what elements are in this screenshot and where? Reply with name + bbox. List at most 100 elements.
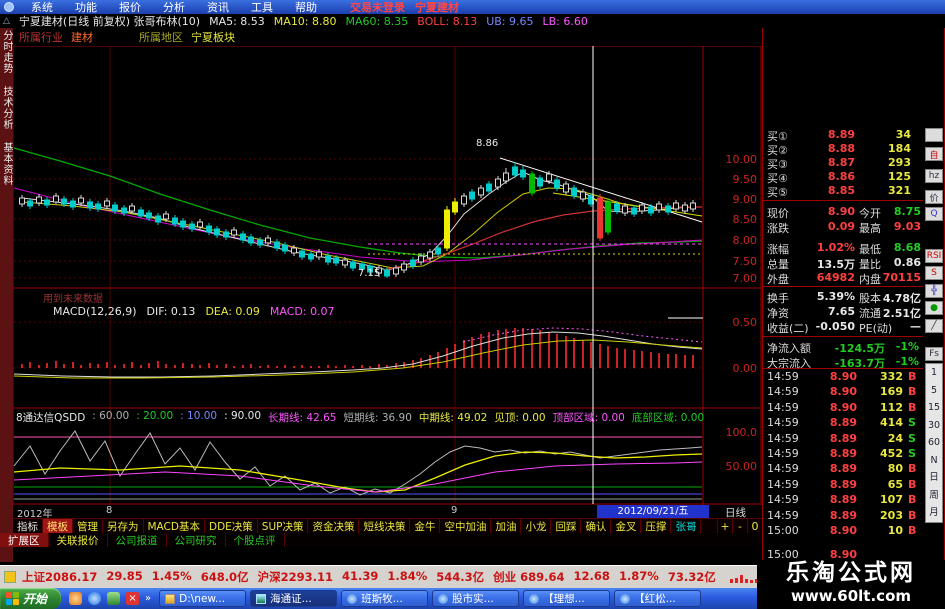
menu-item[interactable]: 工具 bbox=[240, 1, 284, 14]
close-icon[interactable]: × bbox=[126, 592, 140, 605]
extension-tab[interactable]: 公司研究 bbox=[167, 533, 226, 547]
indicator-tab[interactable]: 短线决策 bbox=[359, 519, 411, 533]
index-quote[interactable]: 1.87% bbox=[619, 569, 659, 585]
period-option[interactable]: N bbox=[926, 452, 942, 470]
ub-value: UB: 9.65 bbox=[486, 14, 534, 28]
bid-row: 买① 8.89 34 bbox=[767, 128, 911, 143]
zoom-button[interactable]: + bbox=[717, 519, 732, 533]
indicator-tab[interactable]: DDE决策 bbox=[205, 519, 258, 533]
indicator-tab[interactable]: 张哥 bbox=[671, 519, 702, 533]
stat-row: 外盘 64982 内盘 70115 bbox=[767, 271, 921, 286]
taskbar-window-button[interactable]: 班斯牧... bbox=[341, 590, 429, 607]
kline-chart-canvas[interactable] bbox=[13, 46, 762, 505]
chart-title: 宁夏建材(日线 前复权) 张哥布林(10) bbox=[18, 15, 201, 28]
window-icon bbox=[529, 593, 540, 604]
taskbar-window-button[interactable]: 【理想... bbox=[523, 590, 611, 607]
taskbar-window-button[interactable]: 股市实... bbox=[432, 590, 520, 607]
index-quote[interactable]: 创业 689.64 bbox=[493, 569, 564, 585]
menu-item[interactable]: 帮助 bbox=[284, 1, 328, 14]
index-quote[interactable]: 1.45% bbox=[152, 569, 192, 585]
menu-item[interactable]: 资讯 bbox=[196, 1, 240, 14]
period-option[interactable]: 日 bbox=[926, 469, 942, 487]
index-quote[interactable]: 1.84% bbox=[387, 569, 427, 585]
industry-row: 所属行业 建材 所属地区 宁夏板块 bbox=[13, 28, 762, 46]
extension-tab[interactable]: 关联报价 bbox=[49, 533, 108, 547]
period-option[interactable]: 60 bbox=[926, 434, 942, 452]
industry-value[interactable]: 建材 bbox=[71, 29, 93, 45]
chart-region[interactable]: 10.00 9.50 9.00 8.50 8.00 7.50 7.00 0.50 0.00 1… bbox=[13, 46, 762, 505]
trade-login-status[interactable]: 交易未登录 bbox=[350, 0, 405, 15]
indicator-tab[interactable]: 回踩 bbox=[551, 519, 582, 533]
index-quote[interactable]: 544.3亿 bbox=[436, 569, 484, 585]
launch-icon[interactable] bbox=[107, 592, 121, 605]
macd-dea: DEA: 0.09 bbox=[205, 305, 260, 318]
period-option[interactable]: 周 bbox=[926, 487, 942, 505]
indicator-tab[interactable]: MACD基本 bbox=[144, 519, 205, 533]
toolbar-icon[interactable]: ╬ bbox=[925, 284, 943, 298]
period-option[interactable]: 15 bbox=[926, 399, 942, 417]
panel-divider bbox=[763, 336, 923, 337]
indicator-tab[interactable]: 模板 bbox=[43, 519, 73, 533]
taskbar-window-button[interactable]: D:\new... bbox=[159, 590, 247, 607]
sidebar-vertical-tab[interactable]: 分时走势 bbox=[0, 30, 14, 74]
flow-row: 大宗流入 -163.7万 -1% bbox=[767, 355, 919, 370]
toolbar-icon[interactable]: 自 bbox=[925, 147, 943, 161]
bid-row: 买② 8.88 184 bbox=[767, 142, 911, 157]
indicator-tab[interactable]: 空中加油 bbox=[440, 519, 492, 533]
toolbar-icon[interactable]: Q bbox=[925, 207, 943, 221]
period-option[interactable]: 30 bbox=[926, 417, 942, 435]
messenger-icon[interactable] bbox=[69, 592, 83, 605]
app-window: 系统 功能 报价 分析 资讯 工具 帮助 交易未登录 宁夏建材 △ 宁夏建材(日线 前复权)… bbox=[0, 0, 945, 609]
zoom-button[interactable]: - bbox=[732, 519, 747, 533]
toolbar-icon[interactable]: hz bbox=[925, 169, 943, 183]
indicator-tab[interactable]: 管理 bbox=[73, 519, 103, 533]
price-axis-label: 9.50 bbox=[732, 173, 758, 186]
taskbar-window-button[interactable]: 【红松... bbox=[614, 590, 702, 607]
indicator-tab[interactable]: 压撑 bbox=[641, 519, 672, 533]
region-value[interactable]: 宁夏板块 bbox=[191, 29, 235, 45]
zoom-button[interactable]: 0 bbox=[747, 519, 762, 533]
indicator-tab[interactable]: SUP决策 bbox=[258, 519, 309, 533]
period-option[interactable]: 月 bbox=[926, 504, 942, 522]
indicator-tab[interactable]: 金叉 bbox=[611, 519, 642, 533]
toolbar-icon[interactable]: RSI bbox=[925, 249, 943, 263]
index-quote[interactable]: 41.39 bbox=[342, 569, 378, 585]
taskbar-window-button[interactable]: 海通证... bbox=[250, 590, 338, 607]
toolbar-icon[interactable]: ╱ bbox=[925, 319, 943, 333]
stat-row: 换手 5.39% 股本 4.78亿 bbox=[767, 290, 921, 305]
toolbar-icon[interactable]: 价 bbox=[925, 190, 943, 204]
globe-icon bbox=[4, 2, 14, 12]
indicator-tab[interactable]: 资金决策 bbox=[308, 519, 360, 533]
index-quote[interactable]: 73.32亿 bbox=[668, 569, 716, 585]
extension-tab[interactable]: 公司报道 bbox=[108, 533, 167, 547]
toolbar-icon[interactable]: S bbox=[925, 266, 943, 280]
extension-tab[interactable]: 个股点评 bbox=[226, 533, 285, 547]
period-option[interactable]: 5 bbox=[926, 382, 942, 400]
index-quote[interactable]: 12.68 bbox=[574, 569, 610, 585]
indicator-tab[interactable]: 确认 bbox=[581, 519, 612, 533]
index-quote[interactable]: 上证2086.17 bbox=[22, 569, 97, 585]
macd-header: MACD(12,26,9) DIF: 0.13 DEA: 0.09 MACD: … bbox=[53, 305, 335, 318]
chevron-more-icon[interactable]: » bbox=[145, 593, 151, 604]
indicator-tab[interactable]: 另存为 bbox=[103, 519, 144, 533]
toolbar-icon[interactable]: Fs bbox=[925, 347, 943, 361]
period-option[interactable]: 1 bbox=[926, 364, 942, 382]
extension-tab[interactable]: 扩展区 bbox=[0, 533, 49, 547]
indicator-tab[interactable]: 加油 bbox=[491, 519, 522, 533]
index-quote[interactable]: 648.0亿 bbox=[201, 569, 249, 585]
toolbar-icon[interactable]: ● bbox=[925, 301, 943, 315]
index-quote[interactable]: 沪深2293.11 bbox=[258, 569, 333, 585]
sidebar-vertical-tab[interactable]: 技术分析 bbox=[0, 86, 14, 130]
macd-axis-label: 0.50 bbox=[732, 316, 758, 329]
toolbar-icon[interactable] bbox=[925, 128, 943, 142]
price-axis-label: 8.00 bbox=[732, 234, 758, 247]
qsdd-param: 短期线: 36.90 bbox=[343, 412, 412, 424]
sidebar-vertical-tab[interactable]: 基本资料 bbox=[0, 142, 14, 186]
indicator-tab[interactable]: 小龙 bbox=[521, 519, 552, 533]
start-button[interactable]: 开始 bbox=[0, 588, 62, 609]
indicator-tab[interactable]: 金牛 bbox=[410, 519, 441, 533]
indicator-tab[interactable]: 指标 bbox=[13, 519, 43, 533]
note-icon[interactable] bbox=[4, 571, 16, 583]
browser-icon[interactable] bbox=[88, 592, 102, 605]
index-quote[interactable]: 29.85 bbox=[106, 569, 142, 585]
